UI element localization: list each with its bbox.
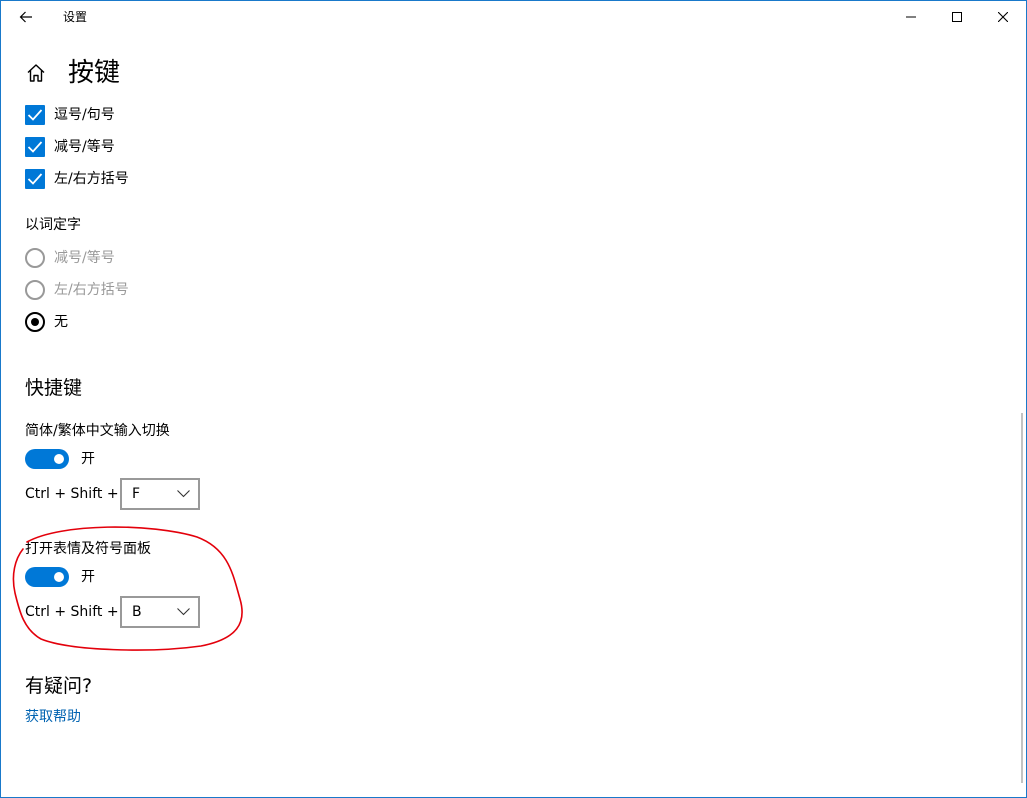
settings-window: 设置 按键 逗号/句号 减号/等号 左/右方括号 以词定字 减号/等号 左/右方… bbox=[0, 0, 1027, 798]
page-title: 按键 bbox=[68, 58, 121, 88]
scrollbar[interactable] bbox=[1021, 413, 1023, 783]
shortcuts-heading: 快捷键 bbox=[25, 377, 83, 399]
close-button[interactable] bbox=[980, 1, 1026, 33]
minimize-button[interactable] bbox=[888, 1, 934, 33]
back-arrow-icon bbox=[19, 11, 32, 23]
radio-label: 无 bbox=[54, 314, 68, 330]
radio-dot bbox=[31, 318, 39, 326]
checkbox[interactable] bbox=[25, 137, 45, 157]
toggle-switch[interactable] bbox=[25, 567, 69, 587]
get-help-link[interactable]: 获取帮助 bbox=[25, 708, 81, 726]
shortcut-prefix-label: Ctrl + Shift + bbox=[25, 604, 119, 620]
radio-label: 左/右方括号 bbox=[54, 282, 129, 298]
close-icon bbox=[998, 12, 1008, 22]
checkmark-icon bbox=[27, 109, 43, 121]
minimize-icon bbox=[906, 16, 916, 18]
toggle-state-label: 开 bbox=[81, 451, 95, 467]
app-title: 设置 bbox=[63, 10, 88, 24]
title-bar: 设置 bbox=[1, 1, 1026, 33]
shortcut-label-simplified-traditional: 简体/繁体中文输入切换 bbox=[25, 423, 170, 439]
home-icon[interactable] bbox=[25, 62, 47, 84]
radio-button[interactable] bbox=[25, 280, 45, 300]
maximize-button[interactable] bbox=[934, 1, 980, 33]
toggle-knob bbox=[54, 454, 64, 464]
checkbox[interactable] bbox=[25, 169, 45, 189]
maximize-icon bbox=[952, 12, 962, 22]
word-select-label: 以词定字 bbox=[25, 217, 81, 233]
back-button[interactable] bbox=[11, 3, 41, 31]
radio-label: 减号/等号 bbox=[54, 250, 115, 266]
toggle-switch[interactable] bbox=[25, 449, 69, 469]
key-dropdown[interactable]: F bbox=[120, 478, 200, 510]
shortcut-label-emoji-panel: 打开表情及符号面板 bbox=[25, 541, 151, 557]
checkmark-icon bbox=[27, 173, 43, 185]
toggle-knob bbox=[54, 572, 64, 582]
key-dropdown[interactable]: B bbox=[120, 596, 200, 628]
checkbox-label: 逗号/句号 bbox=[54, 107, 115, 123]
shortcut-prefix-label: Ctrl + Shift + bbox=[25, 486, 119, 502]
checkbox[interactable] bbox=[25, 105, 45, 125]
checkbox-label: 左/右方括号 bbox=[54, 171, 129, 187]
chevron-down-icon bbox=[177, 490, 190, 498]
help-heading: 有疑问? bbox=[25, 675, 93, 697]
checkbox-label: 减号/等号 bbox=[54, 139, 115, 155]
red-circle-annotation bbox=[12, 526, 243, 651]
toggle-state-label: 开 bbox=[81, 569, 95, 585]
radio-button-selected[interactable] bbox=[25, 312, 45, 332]
checkmark-icon bbox=[27, 141, 43, 153]
radio-button[interactable] bbox=[25, 248, 45, 268]
chevron-down-icon bbox=[177, 608, 190, 616]
key-dropdown-value: F bbox=[132, 486, 141, 502]
key-dropdown-value: B bbox=[132, 604, 142, 620]
